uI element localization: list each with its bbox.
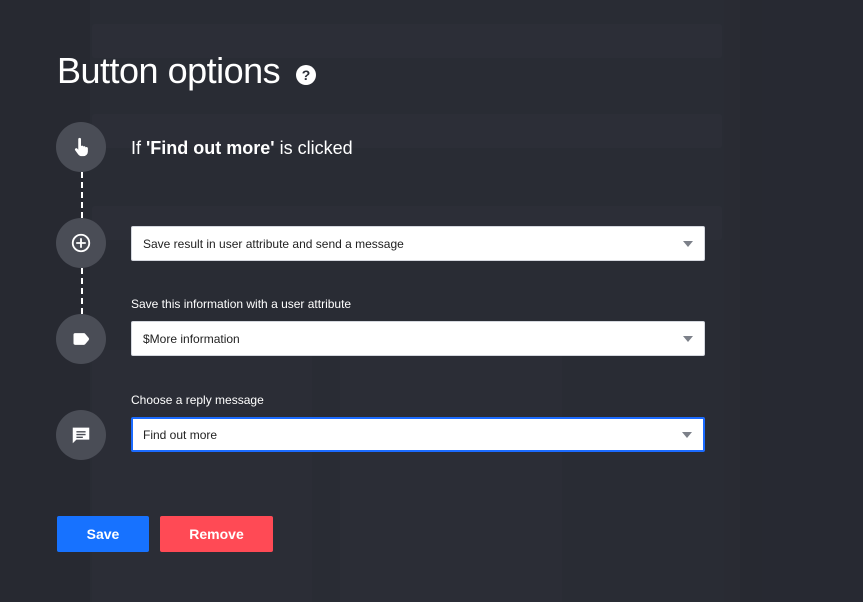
chevron-down-icon <box>683 335 693 342</box>
save-button[interactable]: Save <box>57 516 149 552</box>
attribute-select[interactable]: $More information <box>131 321 705 356</box>
chevron-down-icon <box>682 431 692 438</box>
pointer-hand-icon <box>56 122 106 172</box>
plus-circle-icon <box>56 218 106 268</box>
trigger-suffix: is clicked <box>274 138 353 158</box>
attribute-select-value: $More information <box>143 331 240 346</box>
step-connector <box>81 268 83 314</box>
chat-bubble-glyph <box>72 427 90 444</box>
question-circle-icon[interactable]: ? <box>296 65 316 85</box>
reply-label: Choose a reply message <box>131 393 264 407</box>
modal-title: Button options <box>57 50 281 91</box>
trigger-prefix: If <box>131 138 147 158</box>
reply-select-value: Find out more <box>143 427 218 442</box>
action-select[interactable]: Save result in user attribute and send a… <box>131 226 705 261</box>
reply-select[interactable]: Find out more <box>131 417 705 452</box>
tag-glyph <box>73 333 90 345</box>
trigger-sentence: If 'Find out more' is clicked <box>131 138 353 159</box>
attribute-label: Save this information with a user attrib… <box>131 297 352 311</box>
button-options-modal: Button options ? If 'Find out more' is c… <box>0 0 863 602</box>
tag-icon <box>56 314 106 364</box>
step-connector <box>81 172 83 218</box>
plus-circle-glyph <box>71 233 91 253</box>
chat-bubble-icon <box>56 410 106 460</box>
action-select-value: Save result in user attribute and send a… <box>143 236 404 251</box>
remove-button[interactable]: Remove <box>160 516 273 552</box>
chevron-down-icon <box>683 240 693 247</box>
pointer-hand-glyph <box>74 137 88 157</box>
trigger-button-name: 'Find out more' <box>146 138 275 158</box>
